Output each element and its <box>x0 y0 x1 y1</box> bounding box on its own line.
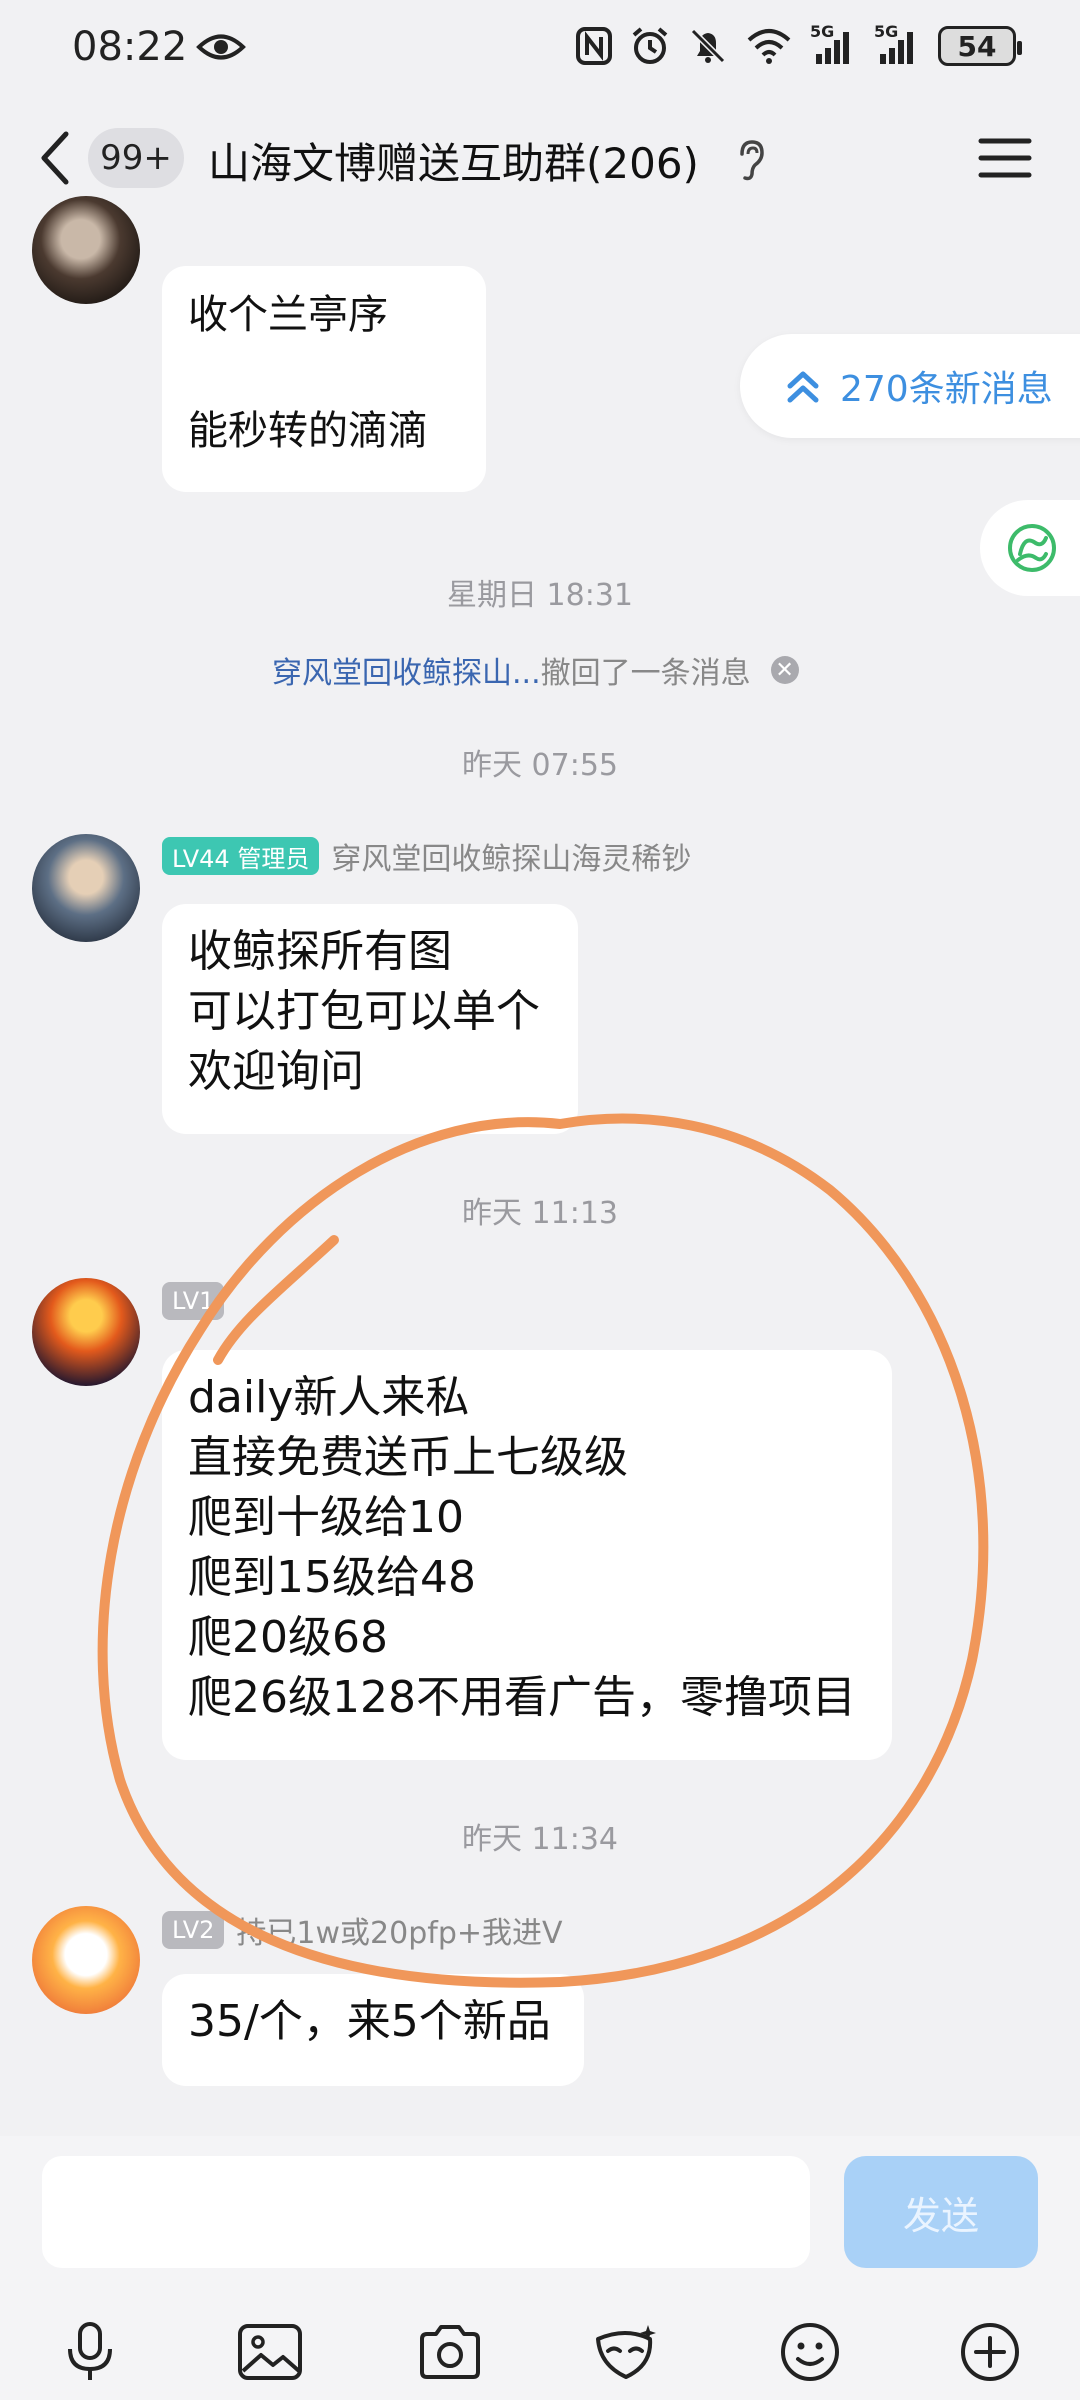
signal-icon: 5G <box>874 22 920 66</box>
plus-icon <box>961 2323 1019 2381</box>
new-messages-button[interactable]: 270条新消息 <box>740 334 1080 438</box>
camera-icon <box>420 2325 480 2379</box>
wifi-icon <box>747 29 791 64</box>
message-line: 直接免费送币上七级级 <box>188 1432 628 1483</box>
close-icon[interactable]: ✕ <box>770 656 799 684</box>
double-chevron-up-icon <box>787 371 819 403</box>
message-line: 爬26级128不用看广告，零撸项目 <box>188 1672 856 1723</box>
timestamp: 昨天 07:55 <box>462 748 618 783</box>
recall-notice: 穿风堂回收鲸探山...撤回了一条消息 ✕ <box>272 648 799 692</box>
emoji-icon <box>781 2323 839 2381</box>
ear-icon[interactable] <box>734 138 768 182</box>
new-messages-label: 270条新消息 <box>840 369 1053 410</box>
message-line: 收鲸探所有图 <box>188 926 452 977</box>
unread-badge[interactable]: 99+ <box>88 128 184 188</box>
battery-indicator: 54 <box>938 26 1022 66</box>
alarm-icon <box>632 27 668 64</box>
send-button[interactable]: 发送 <box>844 2156 1038 2268</box>
image-icon <box>238 2324 302 2380</box>
message-line: daily新人来私 <box>188 1372 470 1423</box>
message-line: 欢迎询问 <box>188 1046 364 1097</box>
sender-name[interactable]: 穿风堂回收鲸探山海灵稀钞 <box>331 834 691 878</box>
message-bubble[interactable]: daily新人来私 直接免费送币上七级级 爬到十级给10 爬到15级给48 爬2… <box>162 1350 892 1760</box>
level-badge: LV44 管理员 <box>162 837 320 875</box>
timestamp: 星期日 18:31 <box>447 578 633 613</box>
camera-button[interactable] <box>414 2316 486 2388</box>
recall-sender[interactable]: 穿风堂回收鲸探山... <box>272 656 541 691</box>
avatar[interactable] <box>32 1278 140 1386</box>
message-bubble[interactable]: 35/个，来5个新品 <box>162 1974 584 2086</box>
composer: 发送 <box>0 2136 1080 2400</box>
chat-header: 99+ 山海文博赠送互助群(206) <box>0 100 1080 215</box>
message-line: 能秒转的滴滴 <box>188 408 428 454</box>
composer-toolbar <box>0 2316 1080 2396</box>
emoji-button[interactable] <box>774 2316 846 2388</box>
message-line: 爬20级68 <box>188 1612 388 1663</box>
mute-icon <box>690 28 726 64</box>
message-input[interactable] <box>42 2156 810 2268</box>
sender-line: LV44 管理员 穿风堂回收鲸探山海灵稀钞 <box>162 834 691 878</box>
recall-text: 撤回了一条消息 <box>540 656 751 691</box>
more-button[interactable] <box>954 2316 1026 2388</box>
voice-button[interactable] <box>54 2316 126 2388</box>
timestamp: 昨天 11:34 <box>462 1822 618 1857</box>
chat-title[interactable]: 山海文博赠送互助群(206) <box>208 130 699 191</box>
sender-line: LV1 <box>162 1282 225 1320</box>
status-time: 08:22 <box>72 24 188 70</box>
back-icon[interactable] <box>36 128 76 188</box>
sender-line: LV2 持已1w或20pfp+我进V <box>162 1908 563 1952</box>
mask-icon <box>596 2325 656 2379</box>
menu-icon[interactable] <box>978 136 1032 180</box>
message-line: 收个兰亭序 <box>188 292 388 338</box>
app-float-icon <box>1008 524 1056 572</box>
message-bubble[interactable]: 收鲸探所有图 可以打包可以单个 欢迎询问 <box>162 904 578 1134</box>
eye-icon <box>196 34 246 60</box>
timestamp: 昨天 11:13 <box>462 1196 618 1231</box>
mask-button[interactable] <box>590 2316 662 2388</box>
nfc-icon <box>576 27 612 65</box>
avatar[interactable] <box>32 834 140 942</box>
image-button[interactable] <box>234 2316 306 2388</box>
message-bubble[interactable]: 收个兰亭序 能秒转的滴滴 <box>162 266 486 492</box>
sender-name[interactable]: 持已1w或20pfp+我进V <box>236 1908 562 1952</box>
message-line: 可以打包可以单个 <box>188 986 540 1037</box>
signal-icon: 5G <box>810 22 856 66</box>
level-badge: LV1 <box>162 1282 225 1320</box>
avatar[interactable] <box>32 1906 140 2014</box>
message-line: 35/个，来5个新品 <box>188 1996 551 2047</box>
message-line: 爬到15级给48 <box>188 1552 476 1603</box>
mic-icon <box>68 2322 112 2380</box>
level-badge: LV2 <box>162 1911 225 1949</box>
message-line: 爬到十级给10 <box>188 1492 464 1543</box>
status-bar: 08:22 5G 5G 54 <box>0 0 1080 100</box>
avatar[interactable] <box>32 196 140 304</box>
